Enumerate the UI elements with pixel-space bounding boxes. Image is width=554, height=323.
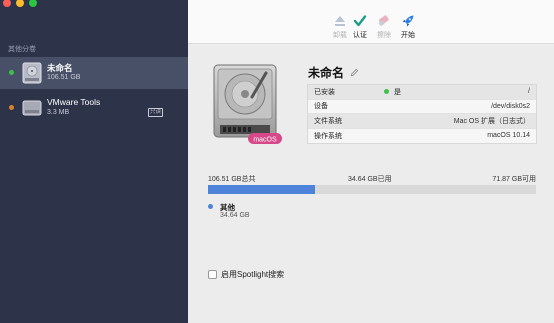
main-panel: macOS 未命名 已安装 是 / 设备 /dev/disk0s2 文件系统 M… <box>188 45 554 323</box>
free-capacity-label: 71.87 GB可用 <box>492 176 536 183</box>
spotlight-option[interactable]: 启用Spotlight搜索 <box>208 269 284 280</box>
window-controls <box>3 0 37 7</box>
mounted-value: 是 <box>394 88 401 96</box>
mounted-dot <box>384 89 389 95</box>
info-value: Mac OS 扩展（日志式） <box>453 117 530 125</box>
spotlight-label: 启用Spotlight搜索 <box>221 270 285 279</box>
legend-size: 34.64 GB <box>220 212 250 219</box>
volume-status-dot <box>9 105 14 110</box>
total-capacity-label: 106.51 GB总共 <box>208 176 256 183</box>
erase-button[interactable]: 擦除 <box>372 14 396 40</box>
zoom-window-button[interactable] <box>29 0 37 7</box>
minimize-window-button[interactable] <box>16 0 24 7</box>
start-button[interactable]: 开始 <box>396 14 420 40</box>
volume-name: 未命名 <box>47 63 73 73</box>
legend-dot <box>208 204 213 209</box>
read-only-badge: 只读 <box>148 108 164 117</box>
info-row-filesystem: 文件系统 Mac OS 扩展（日志式） <box>308 114 536 129</box>
spotlight-checkbox[interactable] <box>208 270 217 279</box>
volume-title-row: 未命名 <box>308 64 359 81</box>
start-label: 开始 <box>401 32 415 39</box>
volume-size: 3.3 MB <box>47 109 70 116</box>
sidebar-item-volume[interactable]: 未命名 106.51 GB <box>0 57 188 89</box>
info-row-device: 设备 /dev/disk0s2 <box>308 100 536 114</box>
disk-icon <box>22 62 42 84</box>
mounted-status-dot <box>9 70 14 75</box>
verify-label: 认证 <box>353 32 367 39</box>
volume-size: 106.51 GB <box>47 74 81 81</box>
disk-image-icon <box>22 100 42 116</box>
volume-name: VMware Tools <box>47 97 101 107</box>
usage-bar-fill <box>208 185 315 194</box>
usage-bar <box>208 185 536 194</box>
info-key: 操作系统 <box>314 132 342 140</box>
verify-button[interactable]: 认证 <box>348 14 372 40</box>
macos-badge: macOS <box>253 137 277 144</box>
volume-info-table: 已安装 是 / 设备 /dev/disk0s2 文件系统 Mac OS 扩展（日… <box>307 84 537 144</box>
close-window-button[interactable] <box>3 0 11 7</box>
sidebar: 其他分卷 未命名 106.51 GB VMware Tools 3.3 MB 只… <box>0 0 188 323</box>
sidebar-item-vmware-tools[interactable]: VMware Tools 3.3 MB 只读 <box>0 92 188 124</box>
checkmark-icon <box>353 15 367 27</box>
mount-point-link[interactable]: / <box>528 88 530 95</box>
info-row-os: 操作系统 macOS 10.14 <box>308 129 536 144</box>
hard-drive-icon: macOS <box>213 64 282 144</box>
eraser-icon <box>378 15 389 26</box>
pencil-icon[interactable] <box>350 68 359 77</box>
erase-label: 擦除 <box>377 32 391 39</box>
sidebar-section-label: 其他分卷 <box>8 46 36 53</box>
info-value: macOS 10.14 <box>487 132 530 140</box>
eject-icon <box>335 16 345 26</box>
volume-title: 未命名 <box>308 66 345 80</box>
mounted-status: 是 <box>384 87 401 97</box>
toolbar: 卸载 认证 擦除 开始 <box>188 0 554 44</box>
info-key: 设备 <box>314 103 328 111</box>
rocket-icon <box>402 15 414 27</box>
used-capacity-label: 34.64 GB已用 <box>348 176 392 183</box>
info-row-mounted: 已安装 是 / <box>308 85 536 100</box>
info-key: 已安装 <box>314 88 335 96</box>
info-key: 文件系统 <box>314 117 342 125</box>
info-value: /dev/disk0s2 <box>491 102 530 110</box>
